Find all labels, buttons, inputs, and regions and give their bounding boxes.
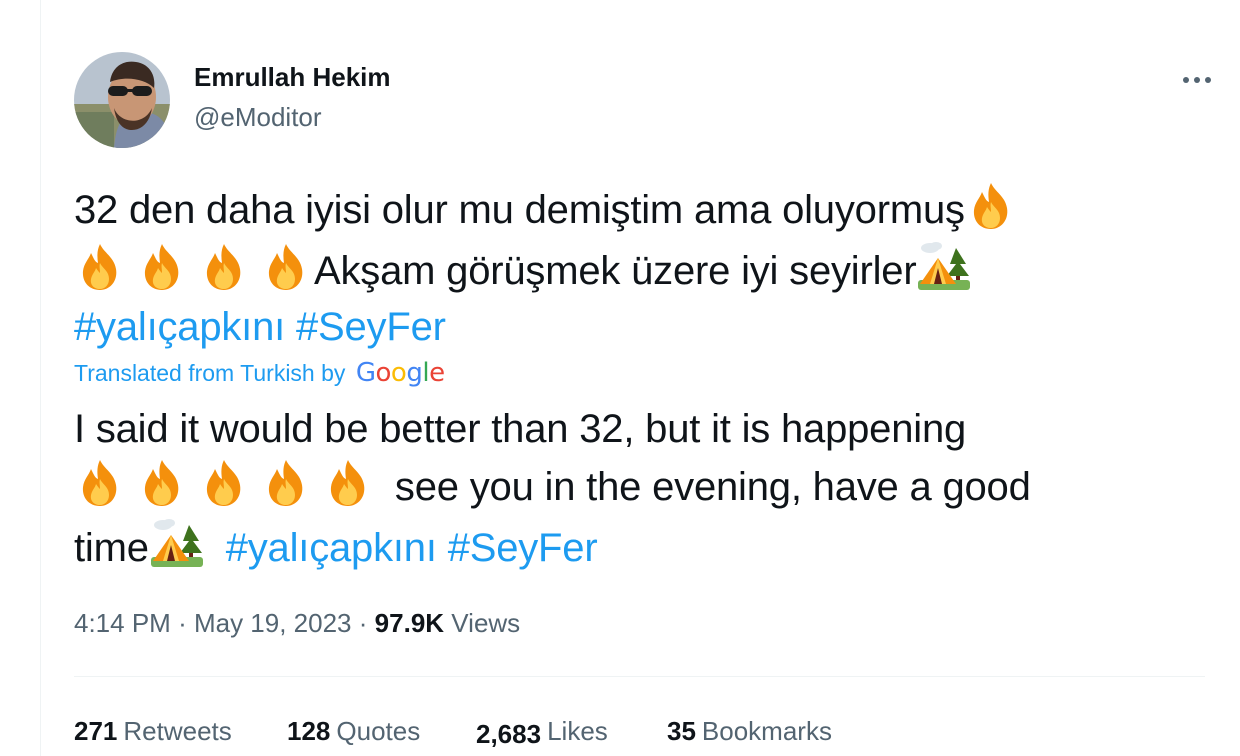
translated-text-line3: time bbox=[74, 526, 149, 570]
avatar[interactable] bbox=[74, 52, 170, 148]
views-label: Views bbox=[451, 608, 521, 638]
camping-emoji-icon bbox=[149, 515, 205, 571]
fire-emoji-icon bbox=[198, 457, 250, 509]
tweet-date[interactable]: May 19, 2023 bbox=[194, 608, 352, 638]
avatar-photo bbox=[74, 52, 170, 148]
retweets-count: 271 bbox=[74, 716, 118, 746]
quotes-stat[interactable]: 128 Quotes bbox=[287, 713, 420, 749]
meta-separator: · bbox=[178, 608, 187, 638]
bookmarks-count: 35 bbox=[667, 716, 696, 746]
likes-stat[interactable]: 2,683 Likes bbox=[476, 716, 608, 752]
hashtag-link[interactable]: #yalıçapkını bbox=[226, 526, 437, 570]
fire-emoji-icon bbox=[136, 457, 188, 509]
likes-label: Likes bbox=[547, 716, 608, 746]
tweet-translated-text: I said it would be better than 32, but i… bbox=[74, 401, 1214, 576]
tweet-meta: 4:14 PM · May 19, 2023 · 97.9K Views bbox=[74, 606, 520, 640]
original-text-line2: Akşam görüşmek üzere iyi seyirler bbox=[314, 249, 917, 293]
meta-separator: · bbox=[358, 608, 368, 638]
hashtag-link[interactable]: #SeyFer bbox=[296, 305, 446, 349]
retweets-label: Retweets bbox=[123, 716, 232, 746]
tweet-time[interactable]: 4:14 PM bbox=[74, 608, 171, 638]
fire-emoji-icon bbox=[322, 457, 374, 509]
more-options-icon[interactable] bbox=[1177, 62, 1217, 96]
google-logo: Google bbox=[355, 358, 445, 388]
likes-count: 2,683 bbox=[476, 719, 542, 749]
translation-attribution[interactable]: Translated from Turkish by Google bbox=[74, 358, 445, 388]
fire-emoji-icon bbox=[260, 241, 312, 293]
fire-emoji-icon bbox=[74, 241, 126, 293]
original-text-line1: 32 den daha iyisi olur mu demiştim ama o… bbox=[74, 188, 965, 232]
author-handle[interactable]: @eModitor bbox=[194, 100, 322, 134]
divider bbox=[74, 676, 1205, 677]
translated-text-line2: see you in the evening, have a good bbox=[394, 465, 1031, 509]
author-name[interactable]: Emrullah Hekim bbox=[194, 60, 391, 94]
tweet-original-text: 32 den daha iyisi olur mu demiştim ama o… bbox=[74, 180, 1214, 355]
quotes-label: Quotes bbox=[336, 716, 421, 746]
hashtag-link[interactable]: #SeyFer bbox=[448, 526, 598, 570]
bookmarks-label: Bookmarks bbox=[701, 716, 832, 746]
quotes-count: 128 bbox=[287, 716, 331, 746]
fire-emoji-icon bbox=[965, 180, 1017, 232]
bookmarks-stat[interactable]: 35 Bookmarks bbox=[667, 713, 832, 749]
translation-label: Translated from Turkish by bbox=[74, 360, 346, 386]
hashtag-link[interactable]: #yalıçapkını bbox=[74, 305, 285, 349]
fire-emoji-icon bbox=[136, 241, 188, 293]
fire-emoji-icon bbox=[260, 457, 312, 509]
fire-emoji-icon bbox=[74, 457, 126, 509]
views-count: 97.9K bbox=[374, 608, 445, 638]
tweet-card: Emrullah Hekim @eModitor 32 den daha iyi… bbox=[40, 0, 1240, 756]
retweets-stat[interactable]: 271 Retweets bbox=[74, 713, 232, 749]
translated-text-line1: I said it would be better than 32, but i… bbox=[74, 407, 967, 451]
fire-emoji-icon bbox=[198, 241, 250, 293]
camping-emoji-icon bbox=[916, 238, 972, 294]
